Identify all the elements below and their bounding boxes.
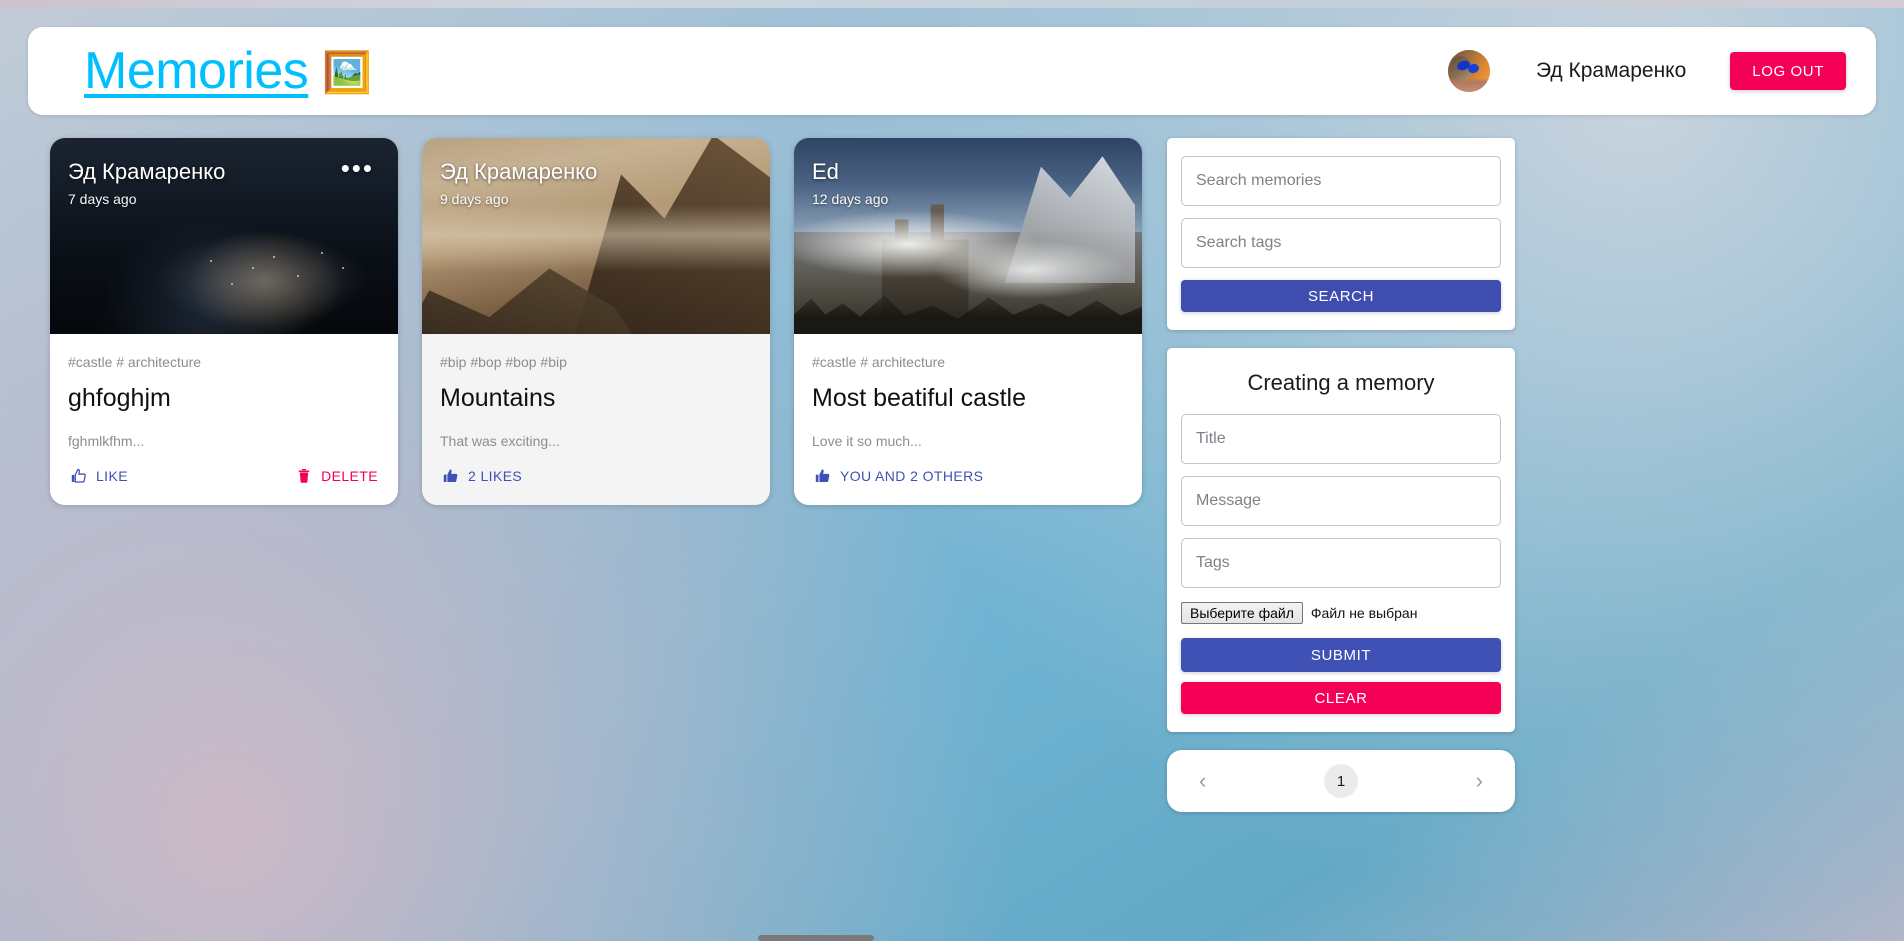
scrollbar-thumb[interactable]	[758, 935, 874, 941]
memory-image[interactable]: Ed 12 days ago	[794, 138, 1142, 334]
photo-frame-icon: 🖼️	[322, 51, 373, 95]
search-button[interactable]: SEARCH	[1181, 280, 1501, 312]
app-bar-right: Эд Крамаренко LOG OUT	[1448, 50, 1846, 92]
memory-card-overlay: Ed 12 days ago	[794, 138, 1142, 207]
like-button[interactable]: LIKE	[64, 463, 134, 489]
thumb-up-outline-icon	[70, 467, 88, 485]
form-heading: Creating a memory	[1247, 370, 1435, 395]
memory-card-overlay: Эд Крамаренко 7 days ago •••	[50, 138, 398, 207]
like-button-label: 2 LIKES	[468, 468, 523, 484]
form-fields	[1181, 414, 1501, 588]
memory-image-detail	[230, 283, 233, 286]
like-button[interactable]: 2 LIKES	[436, 463, 528, 489]
next-page-button[interactable]: ›	[1466, 764, 1493, 798]
trash-icon	[295, 467, 313, 485]
logout-button[interactable]: LOG OUT	[1730, 52, 1846, 90]
memory-card[interactable]: Эд Крамаренко 7 days ago ••• #castle # a…	[50, 138, 398, 505]
avatar-image-detail	[1448, 78, 1491, 92]
search-memories-input[interactable]	[1181, 156, 1501, 206]
memory-image-detail	[933, 239, 1129, 299]
memory-title: ghfoghjm	[68, 384, 171, 412]
memory-message: Love it so much...	[812, 433, 922, 449]
memory-tags: #castle # architecture	[68, 354, 202, 370]
like-button[interactable]: YOU AND 2 OTHERS	[808, 463, 989, 489]
thumb-up-filled-icon	[442, 467, 460, 485]
title-input[interactable]	[1181, 414, 1501, 464]
thumb-up-filled-icon	[814, 467, 832, 485]
memory-image-detail	[210, 259, 213, 262]
create-memory-form: Creating a memory Выберите файл Файл не …	[1167, 348, 1515, 732]
memory-creator: Эд Крамаренко	[68, 159, 226, 184]
memory-created-at: 7 days ago	[68, 191, 137, 208]
like-button-label: YOU AND 2 OTHERS	[840, 468, 984, 484]
window-top-strip	[0, 0, 1904, 8]
memory-title: Most beatiful castle	[812, 384, 1026, 412]
page-number-button[interactable]: 1	[1324, 764, 1358, 798]
app-title-link[interactable]: Memories	[84, 45, 309, 97]
memory-card-overlay: Эд Крамаренко 9 days ago	[422, 138, 770, 207]
clear-button[interactable]: CLEAR	[1181, 682, 1501, 714]
brand[interactable]: Memories 🖼️	[84, 45, 372, 97]
delete-button[interactable]: DELETE	[289, 463, 384, 489]
memory-created-at: 9 days ago	[440, 191, 509, 208]
submit-button[interactable]: SUBMIT	[1181, 638, 1501, 672]
horizontal-scrollbar[interactable]	[0, 935, 1904, 941]
memory-image-detail	[154, 232, 371, 327]
memory-image[interactable]: Эд Крамаренко 9 days ago	[422, 138, 770, 334]
memory-creator: Эд Крамаренко	[440, 159, 598, 184]
memory-more-options-button[interactable]: •••	[337, 155, 378, 186]
tags-input[interactable]	[1181, 538, 1501, 588]
file-upload-row[interactable]: Выберите файл Файл не выбран	[1181, 602, 1501, 624]
memory-tags: #bip #bop #bop #bip	[440, 354, 567, 370]
memory-card-actions: LIKE DELETE	[50, 449, 398, 505]
pagination: ‹ 1 ›	[1167, 750, 1515, 812]
file-status-label: Файл не выбран	[1310, 605, 1418, 621]
delete-button-label: DELETE	[321, 468, 378, 484]
username-label: Эд Крамаренко	[1536, 59, 1687, 82]
memory-created-at: 12 days ago	[812, 191, 889, 208]
choose-file-button[interactable]: Выберите файл	[1181, 602, 1303, 624]
app-bar: Memories 🖼️ Эд Крамаренко LOG OUT	[28, 27, 1876, 115]
memory-card-actions: YOU AND 2 OTHERS	[794, 449, 1142, 505]
memory-message: fghmlkfhm...	[68, 433, 145, 449]
memory-image-detail	[272, 255, 275, 258]
memory-message: That was exciting...	[440, 433, 560, 449]
search-tags-input[interactable]	[1181, 218, 1501, 268]
memory-tags: #castle # architecture	[812, 354, 946, 370]
like-button-label: LIKE	[96, 468, 128, 484]
message-input[interactable]	[1181, 476, 1501, 526]
memory-card[interactable]: Эд Крамаренко 9 days ago #bip #bop #bop …	[422, 138, 770, 505]
memory-image[interactable]: Эд Крамаренко 7 days ago •••	[50, 138, 398, 334]
memory-title: Mountains	[440, 384, 556, 412]
memory-image-detail	[422, 204, 770, 272]
right-sidebar: SEARCH Creating a memory Выберите файл Ф…	[1167, 138, 1515, 812]
memory-card[interactable]: Ed 12 days ago #castle # architecture Mo…	[794, 138, 1142, 505]
memory-creator: Ed	[812, 159, 839, 184]
avatar[interactable]	[1448, 50, 1491, 92]
memory-card-actions: 2 LIKES	[422, 449, 770, 505]
previous-page-button[interactable]: ‹	[1189, 764, 1216, 798]
search-panel: SEARCH	[1167, 138, 1515, 330]
memories-grid: Эд Крамаренко 7 days ago ••• #castle # a…	[50, 138, 1142, 505]
